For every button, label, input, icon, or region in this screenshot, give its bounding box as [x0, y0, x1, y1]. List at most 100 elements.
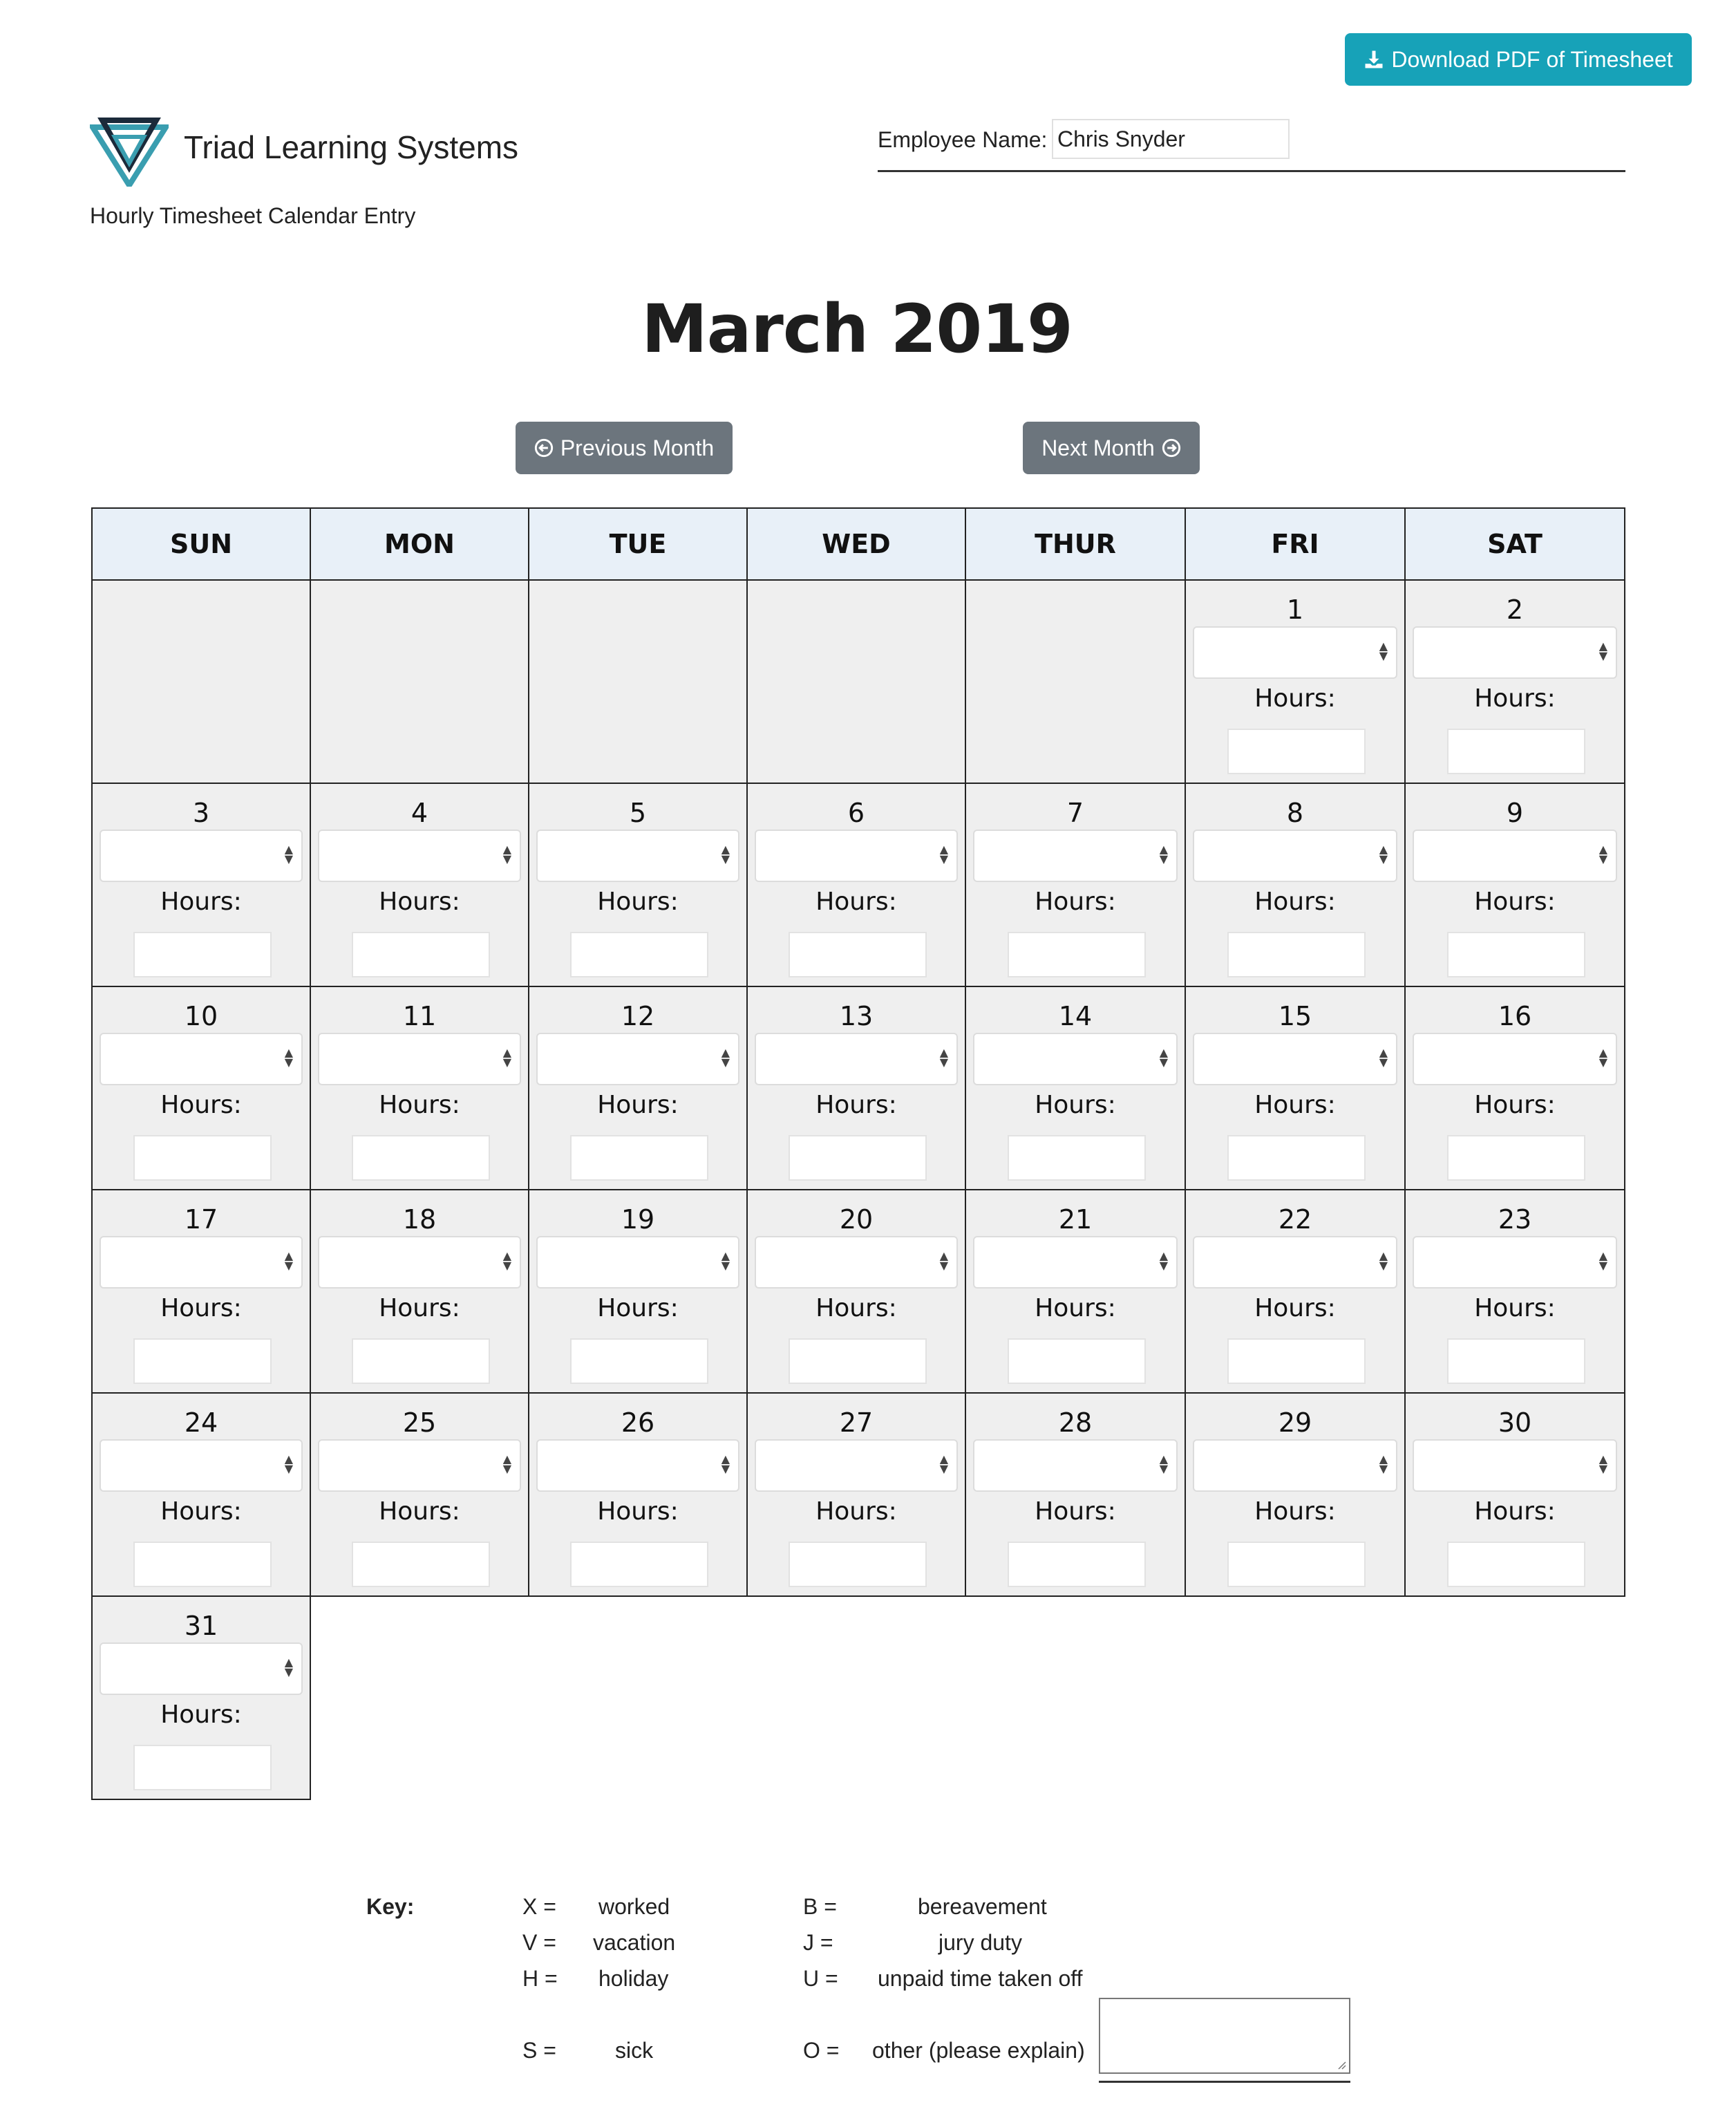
hours-input[interactable] — [133, 1542, 272, 1587]
day-cell: 24 ▲ ▼ Hours: — [91, 1392, 311, 1597]
day-code-select[interactable]: ▲ ▼ — [100, 1439, 303, 1492]
day-cell: 26 ▲ ▼ Hours: — [528, 1392, 748, 1597]
select-arrows-icon: ▲ ▼ — [1159, 1452, 1168, 1475]
day-number: 19 — [621, 1204, 655, 1235]
day-code-select[interactable]: ▲ ▼ — [536, 1439, 739, 1492]
day-code-select[interactable]: ▲ ▼ — [973, 1236, 1178, 1289]
day-number: 18 — [402, 1204, 437, 1235]
hours-input[interactable] — [1447, 1542, 1585, 1587]
day-code-select[interactable]: ▲ ▼ — [1413, 1439, 1617, 1492]
weekday-header: THUR — [965, 507, 1186, 581]
day-code-select[interactable]: ▲ ▼ — [318, 1033, 521, 1085]
day-code-select[interactable]: ▲ ▼ — [755, 1439, 958, 1492]
hours-input[interactable] — [1227, 1542, 1366, 1587]
hours-label: Hours: — [815, 1497, 897, 1526]
hours-input[interactable] — [352, 1338, 490, 1384]
day-code-select[interactable]: ▲ ▼ — [973, 1033, 1178, 1085]
day-code-select[interactable]: ▲ ▼ — [755, 1236, 958, 1289]
day-code-select[interactable]: ▲ ▼ — [755, 1033, 958, 1085]
day-code-select[interactable]: ▲ ▼ — [318, 1439, 521, 1492]
day-code-select[interactable]: ▲ ▼ — [1193, 830, 1397, 882]
employee-name-input[interactable] — [1052, 119, 1290, 159]
day-cell: 27 ▲ ▼ Hours: — [746, 1392, 966, 1597]
hours-input[interactable] — [1227, 729, 1366, 774]
day-number: 12 — [621, 1001, 655, 1031]
day-cell: 12 ▲ ▼ Hours: — [528, 986, 748, 1190]
day-cell: 11 ▲ ▼ Hours: — [310, 986, 529, 1190]
resize-grip-icon[interactable] — [1337, 2060, 1346, 2070]
hours-input[interactable] — [789, 1135, 927, 1181]
hours-input[interactable] — [133, 1745, 272, 1790]
day-code-select[interactable]: ▲ ▼ — [318, 830, 521, 882]
day-code-select[interactable]: ▲ ▼ — [1413, 626, 1617, 679]
day-code-select[interactable]: ▲ ▼ — [1413, 830, 1617, 882]
hours-input[interactable] — [1008, 1338, 1146, 1384]
select-arrows-icon: ▲ ▼ — [721, 843, 730, 865]
day-cell: 31 ▲ ▼ Hours: — [91, 1595, 311, 1800]
hours-input[interactable] — [1008, 1542, 1146, 1587]
day-code-select[interactable]: ▲ ▼ — [1413, 1236, 1617, 1289]
day-cell: 29 ▲ ▼ Hours: — [1185, 1392, 1406, 1597]
hours-input[interactable] — [1227, 1135, 1366, 1181]
hours-input[interactable] — [1447, 1338, 1585, 1384]
key-code-o: O = — [803, 2038, 840, 2063]
day-code-select[interactable]: ▲ ▼ — [1193, 1439, 1397, 1492]
hours-input[interactable] — [1227, 1338, 1366, 1384]
day-code-select[interactable]: ▲ ▼ — [100, 830, 303, 882]
hours-input[interactable] — [352, 1542, 490, 1587]
hours-input[interactable] — [352, 1135, 490, 1181]
hours-input[interactable] — [1447, 932, 1585, 977]
hours-input[interactable] — [133, 1135, 272, 1181]
hours-input[interactable] — [352, 932, 490, 977]
hours-input[interactable] — [789, 1542, 927, 1587]
select-arrows-icon: ▲ ▼ — [939, 1046, 948, 1069]
day-code-select[interactable]: ▲ ▼ — [318, 1236, 521, 1289]
hours-input[interactable] — [133, 932, 272, 977]
day-code-select[interactable]: ▲ ▼ — [1413, 1033, 1617, 1085]
download-pdf-button[interactable]: Download PDF of Timesheet — [1345, 33, 1692, 86]
day-cell: 5 ▲ ▼ Hours: — [528, 783, 748, 987]
day-code-select[interactable]: ▲ ▼ — [1193, 1033, 1397, 1085]
key-meaning-sick: sick — [615, 2038, 654, 2063]
hours-label: Hours: — [1035, 1091, 1116, 1119]
day-number: 2 — [1506, 594, 1524, 625]
hours-input[interactable] — [570, 1135, 708, 1181]
day-code-select[interactable]: ▲ ▼ — [755, 830, 958, 882]
other-explain-textarea[interactable] — [1099, 1998, 1350, 2074]
day-code-select[interactable]: ▲ ▼ — [100, 1642, 303, 1695]
day-code-select[interactable]: ▲ ▼ — [536, 1236, 739, 1289]
day-code-select[interactable]: ▲ ▼ — [100, 1236, 303, 1289]
hours-input[interactable] — [789, 1338, 927, 1384]
day-code-select[interactable]: ▲ ▼ — [536, 1033, 739, 1085]
next-month-button[interactable]: Next Month — [1023, 422, 1200, 474]
empty-day-cell — [91, 579, 311, 784]
hours-input[interactable] — [1447, 1135, 1585, 1181]
select-arrows-icon: ▲ ▼ — [939, 843, 948, 865]
hours-input[interactable] — [1227, 932, 1366, 977]
hours-input[interactable] — [1447, 729, 1585, 774]
hours-input[interactable] — [133, 1338, 272, 1384]
hours-input[interactable] — [570, 1542, 708, 1587]
hours-label: Hours: — [160, 888, 242, 916]
hours-input[interactable] — [789, 932, 927, 977]
day-code-select[interactable]: ▲ ▼ — [1193, 626, 1397, 679]
day-code-select[interactable]: ▲ ▼ — [1193, 1236, 1397, 1289]
hours-input[interactable] — [1008, 932, 1146, 977]
day-number: 11 — [402, 1001, 437, 1031]
select-arrows-icon: ▲ ▼ — [1159, 1046, 1168, 1069]
day-code-select[interactable]: ▲ ▼ — [536, 830, 739, 882]
previous-month-button[interactable]: Previous Month — [516, 422, 733, 474]
day-number: 24 — [184, 1407, 218, 1438]
hours-label: Hours: — [160, 1294, 242, 1322]
hours-input[interactable] — [570, 1338, 708, 1384]
day-code-select[interactable]: ▲ ▼ — [973, 830, 1178, 882]
day-code-select[interactable]: ▲ ▼ — [973, 1439, 1178, 1492]
day-cell: 9 ▲ ▼ Hours: — [1404, 783, 1625, 987]
key-meaning-unpaid: unpaid time taken off — [878, 1966, 1083, 1991]
hours-input[interactable] — [570, 932, 708, 977]
day-code-select[interactable]: ▲ ▼ — [100, 1033, 303, 1085]
hours-input[interactable] — [1008, 1135, 1146, 1181]
hours-label: Hours: — [1035, 1497, 1116, 1526]
day-cell: 10 ▲ ▼ Hours: — [91, 986, 311, 1190]
select-arrows-icon: ▲ ▼ — [721, 1452, 730, 1475]
